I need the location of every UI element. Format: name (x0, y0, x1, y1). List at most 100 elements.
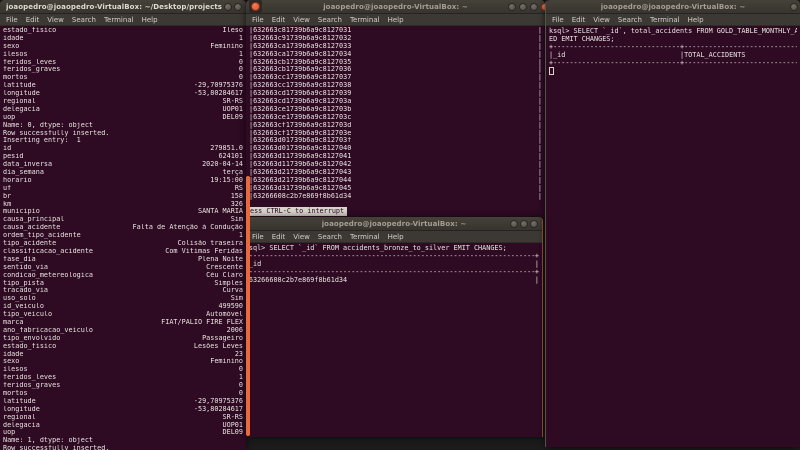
titlebar-right[interactable]: joaopedro@joaopedro-VirtualBox: ~ (546, 0, 800, 14)
terminal-line: longitude -53,80284617 (3, 405, 243, 413)
terminal-line: uf RS (3, 184, 243, 192)
terminal-line: feridos_leves 0 (3, 58, 243, 66)
maximize-button[interactable] (234, 3, 242, 11)
terminal-line: feridos_leves 1 (3, 374, 243, 382)
menu-item-view[interactable]: View (47, 16, 64, 24)
terminal-line: data_inversa 2020-04-14 (3, 161, 243, 169)
titlebar-middle[interactable]: joaopedro@joaopedro-VirtualBox: ~ (246, 0, 545, 14)
menu-item-search[interactable]: Search (72, 16, 96, 24)
minimize-button[interactable] (508, 3, 516, 11)
interrupt-status-bar: Press CTRL-C to interrupt (246, 207, 348, 216)
terminal-line: |63266608c2b7e869f8b61d34 | (246, 276, 539, 284)
terminal-line: |632663d01739b6a9c812703f | (249, 137, 542, 145)
window-title-right: joaopedro@joaopedro-VirtualBox: ~ (600, 2, 746, 11)
menu-item-edit[interactable]: Edit (272, 233, 286, 241)
menu-item-terminal[interactable]: Terminal (350, 16, 380, 24)
maximize-button[interactable] (519, 3, 527, 11)
terminal-line: ilesos 1 (3, 50, 243, 58)
restore-button[interactable] (530, 3, 538, 11)
menu-item-file[interactable]: File (6, 16, 18, 24)
terminal-line: |632663d01739b6a9c8127040 | (249, 145, 542, 153)
menu-item-edit[interactable]: Edit (272, 16, 286, 24)
menu-item-file[interactable]: File (252, 233, 264, 241)
menu-item-view[interactable]: View (593, 16, 610, 24)
terminal-line: marca FIAT/PALIO FIRE FLEX (3, 318, 243, 326)
menu-item-help[interactable]: Help (388, 233, 404, 241)
menu-item-terminal[interactable]: Terminal (350, 233, 380, 241)
terminal-line: |63266608c2b7e869f8b61d34 | (249, 192, 542, 200)
terminal-line: ksql> SELECT `_id`, total_accidents FROM… (549, 27, 797, 35)
terminal-line: horario 19:15:00 (3, 176, 243, 184)
terminal-cursor (246, 284, 539, 292)
terminal-line: |632663cc1739b6a9c8127037 | (249, 74, 542, 82)
scrollbar-thumb[interactable] (246, 176, 250, 436)
menu-item-file[interactable]: File (552, 16, 564, 24)
terminal-line: causa_acidente Falta de Atenção à Conduçã… (3, 224, 243, 232)
terminal-line: +---------------------------------------… (246, 252, 539, 260)
terminal-line: uop DEL09 (3, 429, 243, 437)
menu-item-file[interactable]: File (252, 16, 264, 24)
close-button[interactable] (790, 3, 798, 11)
terminal-line: |632663cc1739b6a9c8127038 | (249, 82, 542, 90)
terminal-line: classificacao_acidente Com Vitimas Ferida… (3, 247, 243, 255)
menu-item-edit[interactable]: Edit (572, 16, 586, 24)
terminal-line: latitude -29,70975376 (3, 397, 243, 405)
terminal-line: tipo_pista Simples (3, 279, 243, 287)
terminal-line: Name: 0, dtype: object (3, 121, 94, 129)
terminal-line: |632663cd1739b6a9c8127039 | (249, 90, 542, 98)
terminal-line: tracado_via Curva (3, 287, 243, 295)
menu-item-view[interactable]: View (293, 16, 310, 24)
titlebar-bottom[interactable]: joaopedro@joaopedro-VirtualBox: ~ (246, 217, 542, 231)
terminal-line: Inserting entry: 1 (3, 137, 81, 145)
terminal-line: delegacia UOP01 (3, 421, 243, 429)
menu-item-view[interactable]: View (293, 233, 310, 241)
terminal-line: sexo Feminino (3, 358, 243, 366)
minimize-button[interactable] (510, 220, 518, 228)
menubar-middle: File Edit View Search Terminal Help (246, 14, 545, 26)
maximize-button[interactable] (520, 220, 528, 228)
menu-item-help[interactable]: Help (388, 16, 404, 24)
terminal-line: |632663d11739b6a9c8127042 | (249, 161, 542, 169)
terminal-line: uso_solo Sim (3, 295, 243, 303)
menu-item-help[interactable]: Help (142, 16, 158, 24)
terminal-output-left: estado_fisico Ileso idade 1 sexo Feminino iles… (0, 26, 246, 450)
menu-item-search[interactable]: Search (318, 16, 342, 24)
terminal-line: idade 1 (3, 34, 243, 42)
terminal-line: |632663ca1739b6a9c8127033 | (249, 42, 542, 50)
menu-item-help[interactable]: Help (688, 16, 704, 24)
menubar-bottom: File Edit View Search Terminal Help (246, 231, 542, 243)
close-icon[interactable] (249, 0, 262, 13)
terminal-line: Row successfully inserted. (3, 445, 110, 450)
terminal-line: |632663d11739b6a9c8127041 | (249, 153, 542, 161)
titlebar-left[interactable]: joaopedro@joaopedro-VirtualBox: ~/Deskto… (0, 0, 246, 14)
terminal-line: Name: 1, dtype: object (3, 437, 94, 445)
terminal-line: km 326 (3, 200, 243, 208)
terminal-line: |632663d21739b6a9c8127043 | (249, 169, 542, 177)
window-title-left: joaopedro@joaopedro-VirtualBox: ~/Deskto… (6, 2, 222, 11)
terminal-line: |_id |TOTAL_ACCIDENTS (549, 51, 746, 59)
terminal-line: latitude -29,70975376 (3, 82, 243, 90)
terminal-output-middle: |632663c81739b6a9c8127031 | |632663c91739b… (246, 26, 545, 202)
terminal-line: |632663ca1739b6a9c8127034 | (249, 50, 542, 58)
terminal-line: +------------------------------- +-------… (549, 43, 797, 51)
desktop: joaopedro@joaopedro-VirtualBox: ~/Deskto… (0, 0, 800, 450)
close-button[interactable] (530, 220, 538, 228)
menu-item-search[interactable]: Search (318, 233, 342, 241)
terminal-line: mortos 0 (3, 389, 243, 397)
terminal-line: |632663d21739b6a9c8127044 | (249, 176, 542, 184)
menu-item-terminal[interactable]: Terminal (650, 16, 680, 24)
terminal-line: feridos_graves 0 (3, 66, 243, 74)
terminal-line: delegacia UOP01 (3, 105, 243, 113)
terminal-line: ED EMIT CHANGES; (549, 35, 615, 43)
menu-item-edit[interactable]: Edit (26, 16, 40, 24)
menu-item-search[interactable]: Search (618, 16, 642, 24)
terminal-line: +------------------------------- +-------… (549, 59, 797, 67)
terminal-line: |632663ce1739b6a9c812703c | (249, 113, 542, 121)
menu-item-terminal[interactable]: Terminal (104, 16, 134, 24)
minimize-button[interactable] (224, 3, 232, 11)
terminal-line: sexo Feminino (3, 42, 243, 50)
terminal-line: estado_fisico Ileso (3, 27, 243, 34)
terminal-line: |632663ce1739b6a9c812703b | (249, 105, 542, 113)
terminal-line: municipio SANTA MARIA (3, 208, 243, 216)
terminal-line: fase_dia Plena Noite (3, 255, 243, 263)
